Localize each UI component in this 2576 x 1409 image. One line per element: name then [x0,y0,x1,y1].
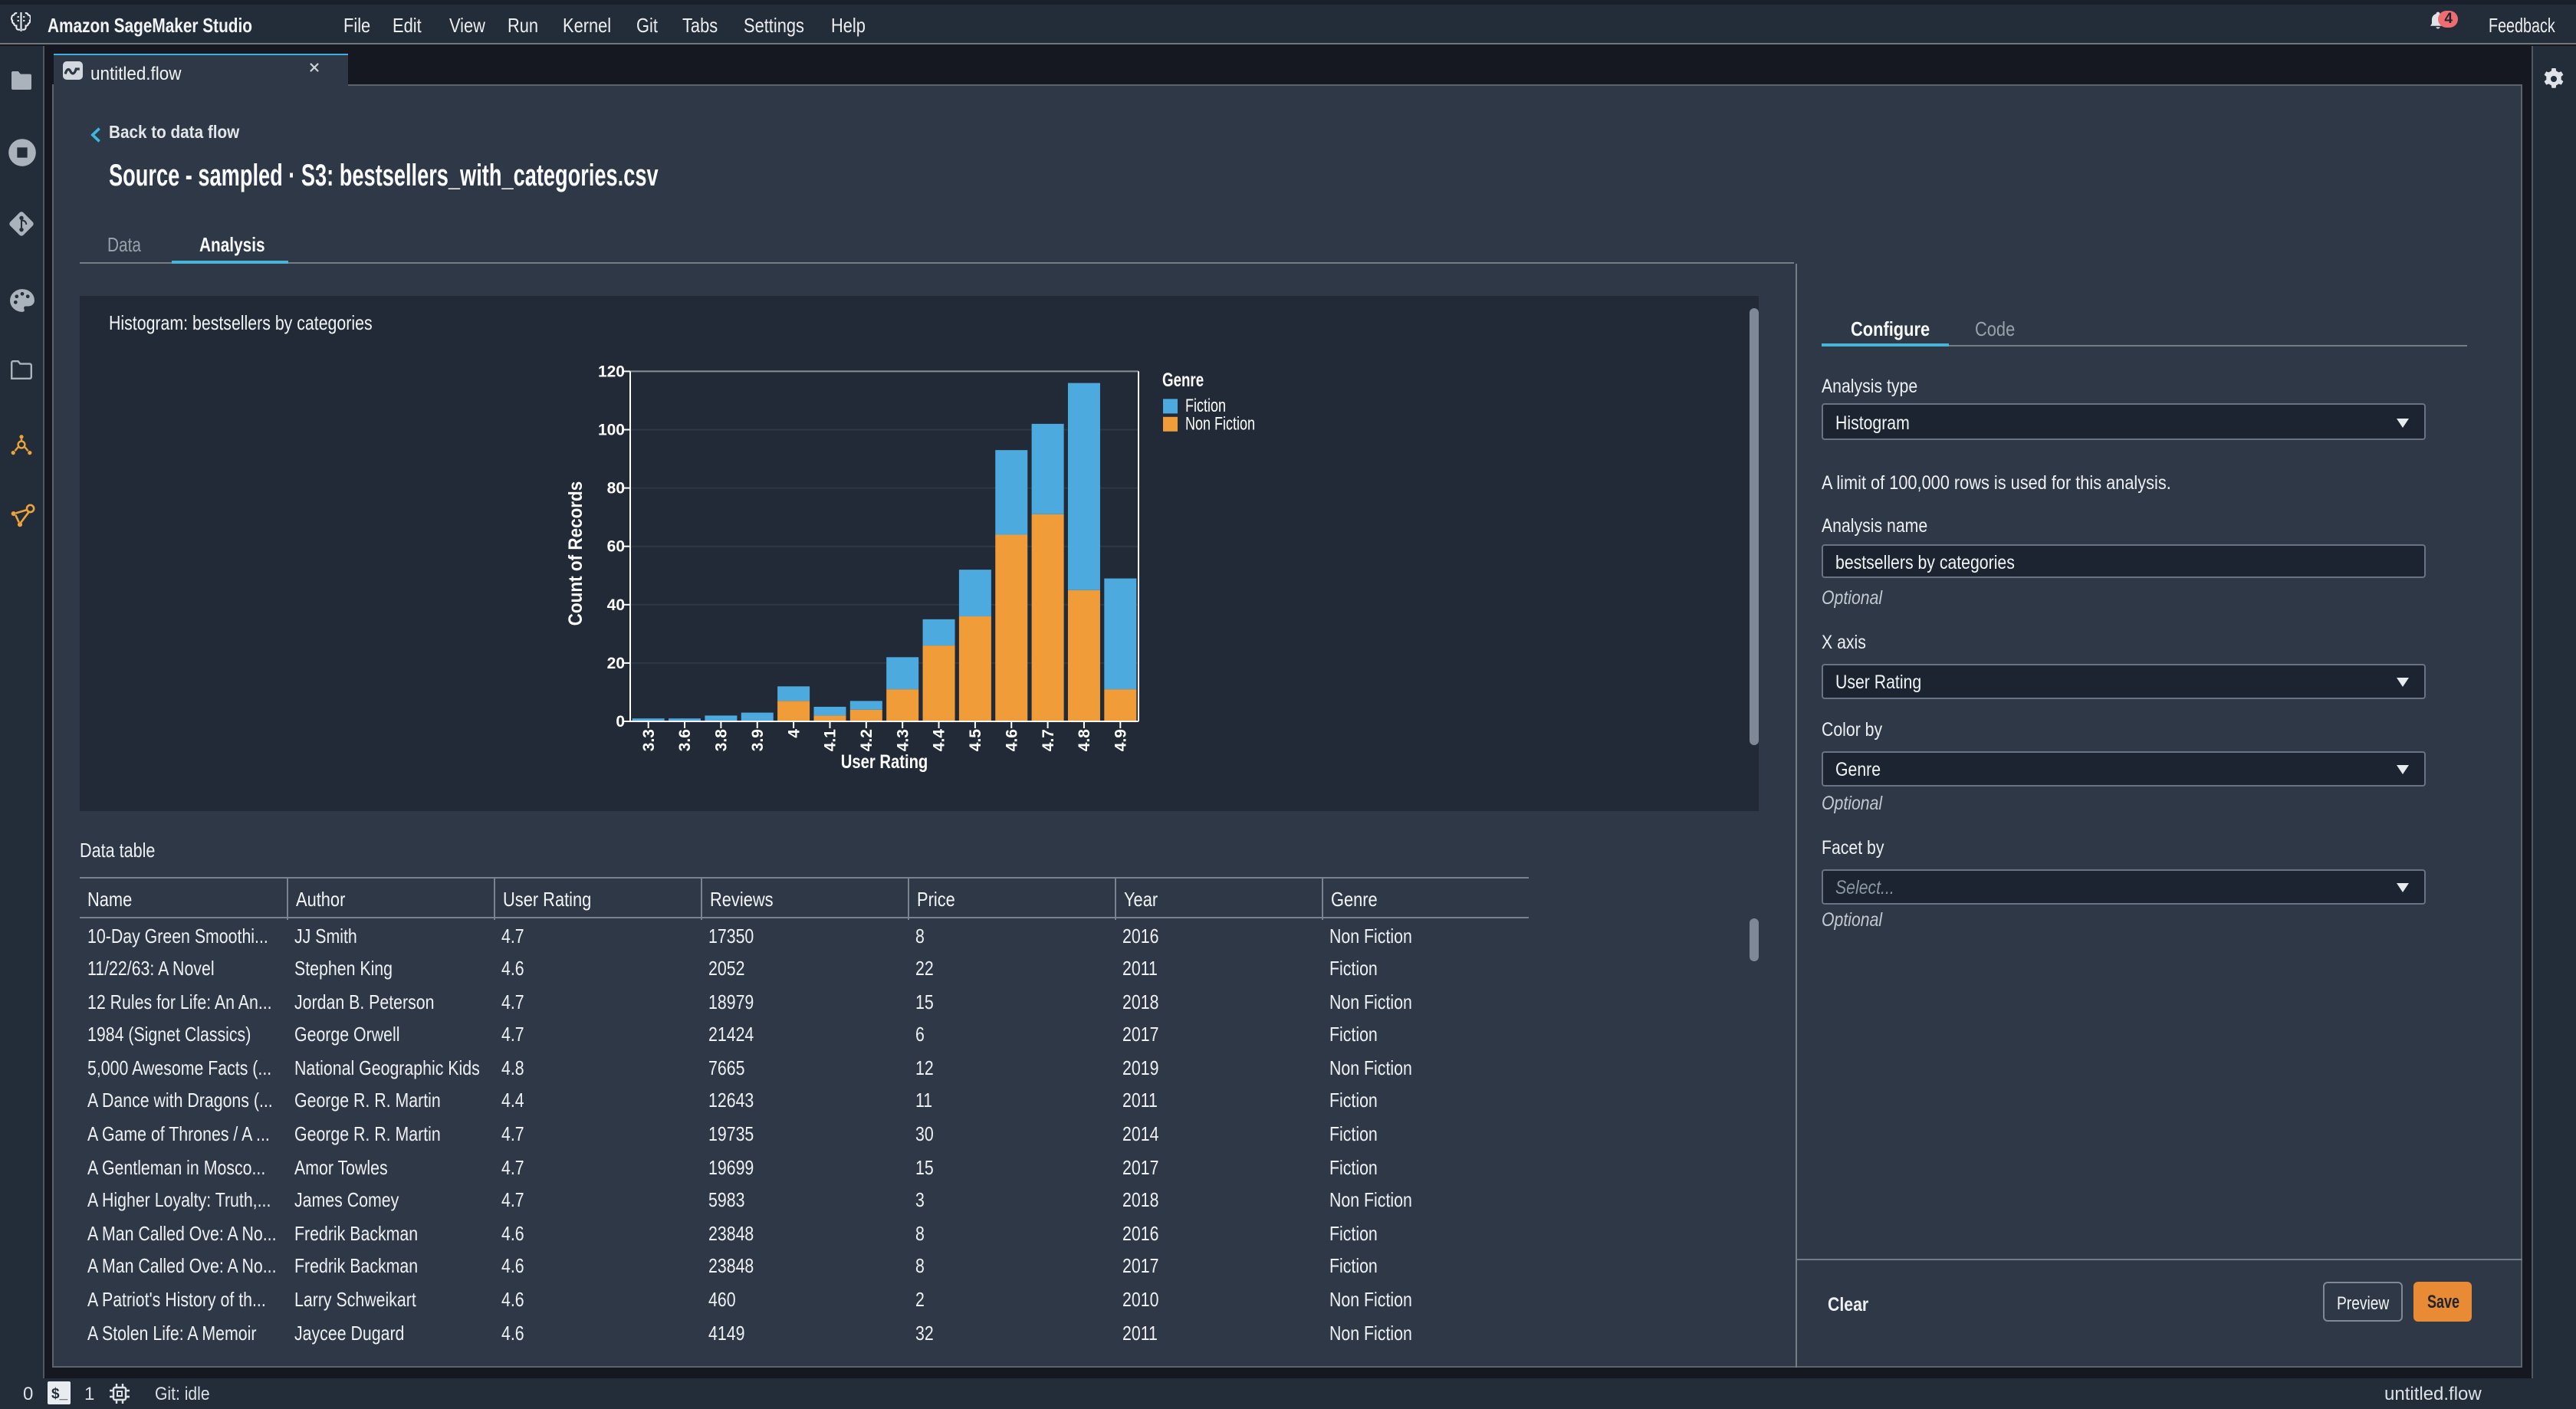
svg-text:3.8: 3.8 [713,728,731,751]
svg-text:80: 80 [607,479,625,497]
svg-text:40: 40 [607,596,625,613]
svg-text:Count of Records: Count of Records [565,481,586,626]
svg-text:0: 0 [616,712,625,730]
svg-text:4.9: 4.9 [1112,728,1130,750]
svg-text:4.5: 4.5 [967,728,984,751]
svg-text:4: 4 [785,728,803,737]
svg-text:4.2: 4.2 [858,728,876,750]
svg-text:3.3: 3.3 [640,728,658,750]
svg-text:20: 20 [607,654,625,672]
svg-text:100: 100 [598,421,625,438]
svg-text:Genre: Genre [1162,368,1204,389]
svg-text:3.6: 3.6 [676,728,694,750]
svg-text:Non Fiction: Non Fiction [1185,413,1255,433]
svg-text:4.7: 4.7 [1040,728,1057,750]
svg-text:4.8: 4.8 [1076,728,1093,751]
svg-text:User Rating: User Rating [841,750,928,772]
svg-text:4.3: 4.3 [894,728,912,750]
svg-text:Fiction: Fiction [1185,396,1226,415]
svg-text:4.1: 4.1 [822,728,840,751]
svg-text:3.9: 3.9 [749,728,767,750]
svg-text:4.6: 4.6 [1003,728,1020,750]
svg-text:120: 120 [598,362,625,379]
svg-text:60: 60 [607,537,625,555]
svg-text:4.4: 4.4 [931,728,948,751]
